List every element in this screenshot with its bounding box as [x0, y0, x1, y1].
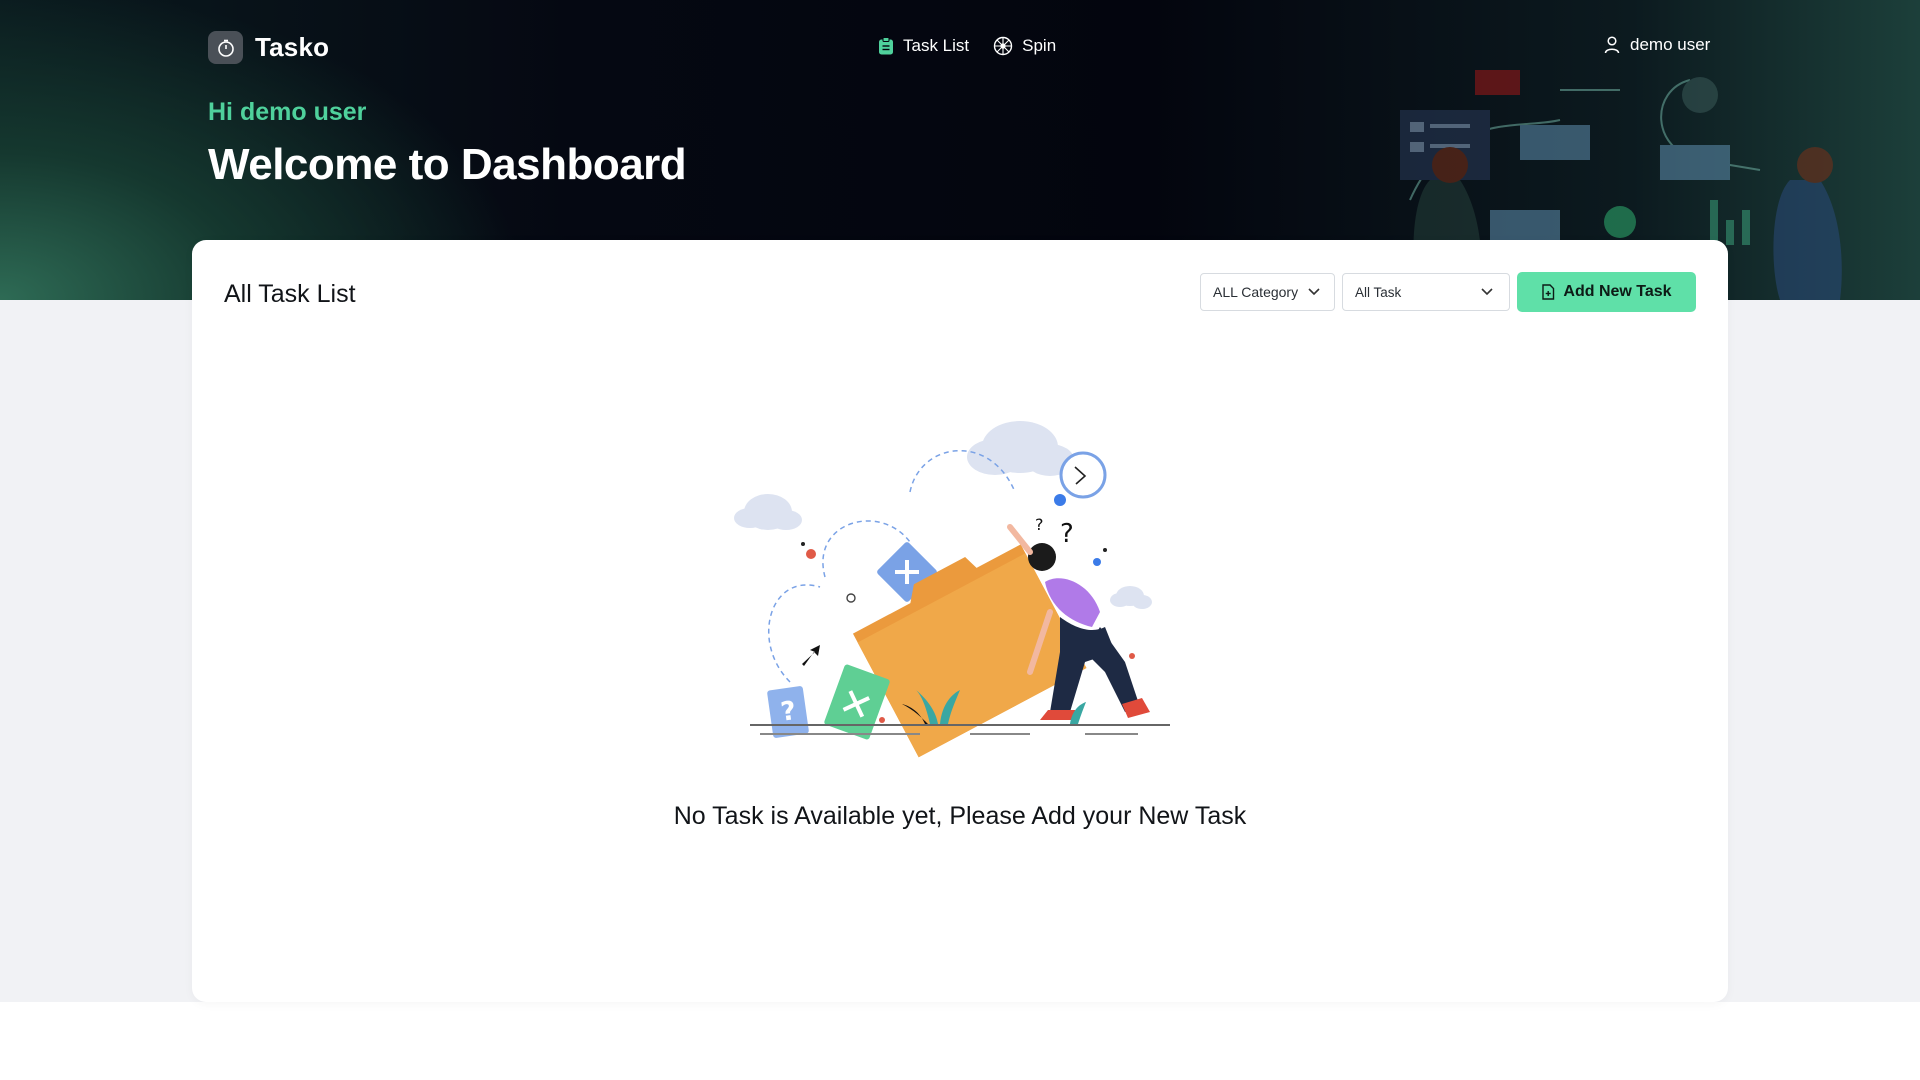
task-list-card: All Task List ALL Category All Task Add …	[192, 240, 1728, 1002]
main-nav: Task List Spin	[878, 36, 1056, 56]
svg-text:?: ?	[1035, 515, 1044, 534]
nav-task-list-label: Task List	[903, 36, 970, 55]
category-select-value: ALL Category	[1213, 284, 1299, 300]
user-icon	[1604, 36, 1620, 54]
stopwatch-icon	[208, 31, 243, 64]
card-title: All Task List	[224, 280, 356, 308]
brand-logo[interactable]: Tasko	[208, 31, 329, 64]
document-add-icon	[1542, 284, 1555, 300]
add-new-task-button[interactable]: Add New Task	[1517, 272, 1696, 312]
task-filter-value: All Task	[1355, 284, 1402, 300]
empty-state-illustration: ? ? ?	[734, 421, 1170, 758]
greeting: Hi demo user	[208, 98, 367, 126]
category-select[interactable]: ALL Category	[1200, 273, 1335, 311]
empty-state-message: No Task is Available yet, Please Add you…	[673, 802, 1247, 830]
page-title: Welcome to Dashboard	[208, 140, 687, 189]
clipboard-icon	[879, 37, 893, 55]
chevron-down-icon	[1308, 288, 1320, 296]
nav-spin[interactable]: Spin	[993, 36, 1056, 56]
top-navbar: Tasko Task List Spin demo user	[0, 0, 1920, 96]
user-menu[interactable]: demo user	[1604, 35, 1710, 55]
brand-name: Tasko	[255, 32, 330, 62]
add-new-task-label: Add New Task	[1563, 283, 1672, 300]
nav-task-list[interactable]: Task List	[878, 36, 969, 56]
task-filter-select[interactable]: All Task	[1342, 273, 1510, 311]
user-name: demo user	[1630, 35, 1711, 54]
spin-wheel-icon	[993, 36, 1013, 56]
svg-text:?: ?	[1060, 519, 1074, 549]
chevron-down-icon	[1481, 288, 1493, 296]
nav-spin-label: Spin	[1022, 36, 1057, 55]
